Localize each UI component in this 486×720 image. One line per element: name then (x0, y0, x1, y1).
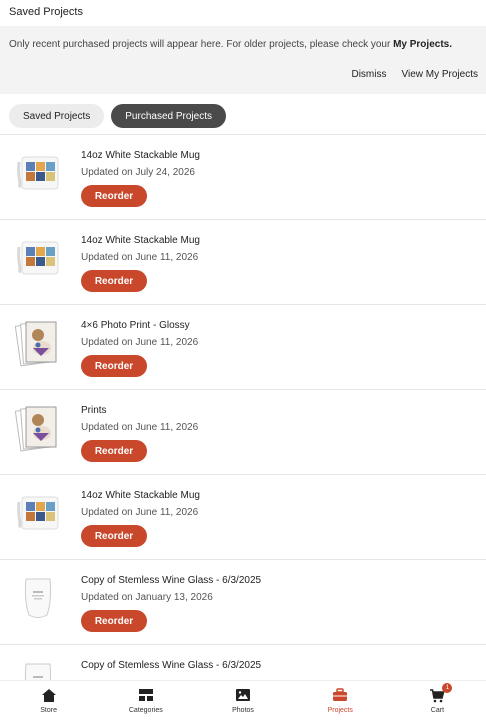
nav-store[interactable]: Store (0, 681, 97, 720)
project-title: 4×6 Photo Print - Glossy (81, 320, 190, 331)
reorder-button[interactable]: Reorder (81, 610, 147, 632)
wine-glass-thumbnail (14, 659, 62, 680)
nav-categories-label: Categories (128, 707, 163, 714)
cart-badge: 1 (442, 683, 453, 693)
nav-photos[interactable]: Photos (194, 681, 291, 720)
project-title: Prints (81, 405, 107, 416)
project-title: 14oz White Stackable Mug (81, 490, 200, 501)
project-row[interactable]: 4×6 Photo Print - Glossy Updated on June … (0, 305, 486, 390)
project-row[interactable]: Prints Updated on June 11, 2026 Reorder (0, 390, 486, 475)
mug-thumbnail (14, 234, 62, 282)
page-title: Saved Projects (0, 0, 486, 26)
project-row[interactable]: Copy of Stemless Wine Glass - 6/3/2025 (0, 645, 486, 680)
project-list: 14oz White Stackable Mug Updated on July … (0, 134, 486, 680)
my-projects-link[interactable]: My Projects. (393, 39, 452, 50)
categories-icon (138, 686, 154, 704)
notice-actions: Dismiss View My Projects (351, 69, 478, 80)
project-row[interactable]: 14oz White Stackable Mug Updated on July … (0, 135, 486, 220)
prints-thumbnail (14, 319, 62, 367)
mug-thumbnail (14, 149, 62, 197)
project-row[interactable]: 14oz White Stackable Mug Updated on June … (0, 475, 486, 560)
project-title: Copy of Stemless Wine Glass - 6/3/2025 (81, 660, 262, 671)
reorder-button[interactable]: Reorder (81, 355, 147, 377)
reorder-button[interactable]: Reorder (81, 525, 147, 547)
project-updated-date: Updated on June 11, 2026 (81, 252, 199, 263)
project-title: Copy of Stemless Wine Glass - 6/3/2025 (81, 575, 262, 586)
mug-thumbnail (14, 489, 62, 537)
photos-icon (235, 686, 251, 704)
notice-text: Only recent purchased projects will appe… (9, 38, 477, 51)
project-updated-date: Updated on January 13, 2026 (81, 592, 213, 603)
reorder-button[interactable]: Reorder (81, 185, 147, 207)
bottom-nav: Store Categories Photos Projects 1 Cart (0, 680, 486, 720)
project-updated-date: Updated on June 11, 2026 (81, 507, 199, 518)
project-updated-date: Updated on July 24, 2026 (81, 167, 195, 178)
project-row[interactable]: Copy of Stemless Wine Glass - 6/3/2025 Up… (0, 560, 486, 645)
prints-thumbnail (14, 404, 62, 452)
cart-icon: 1 (429, 683, 453, 704)
nav-projects-label: Projects (327, 707, 353, 714)
nav-categories[interactable]: Categories (97, 681, 194, 720)
nav-store-label: Store (40, 707, 57, 714)
tab-purchased-projects[interactable]: Purchased Projects (111, 104, 226, 128)
project-tabs: Saved Projects Purchased Projects (0, 94, 486, 128)
home-icon (41, 686, 57, 704)
project-title: 14oz White Stackable Mug (81, 235, 200, 246)
project-title: 14oz White Stackable Mug (81, 150, 200, 161)
nav-projects[interactable]: Projects (292, 681, 389, 720)
dismiss-button[interactable]: Dismiss (351, 69, 386, 80)
nav-photos-label: Photos (232, 707, 254, 714)
project-updated-date: Updated on June 11, 2026 (81, 337, 199, 348)
nav-cart[interactable]: 1 Cart (389, 681, 486, 720)
view-my-projects-button[interactable]: View My Projects (401, 69, 478, 80)
project-row[interactable]: 14oz White Stackable Mug Updated on June … (0, 220, 486, 305)
notice-message: Only recent purchased projects will appe… (9, 39, 394, 50)
project-updated-date: Updated on June 11, 2026 (81, 422, 199, 433)
reorder-button[interactable]: Reorder (81, 270, 147, 292)
tab-saved-projects[interactable]: Saved Projects (9, 104, 105, 128)
wine-glass-thumbnail (14, 574, 62, 622)
nav-cart-label: Cart (430, 707, 445, 714)
reorder-button[interactable]: Reorder (81, 440, 147, 462)
projects-icon (332, 686, 348, 704)
notice-banner: Only recent purchased projects will appe… (0, 26, 486, 94)
